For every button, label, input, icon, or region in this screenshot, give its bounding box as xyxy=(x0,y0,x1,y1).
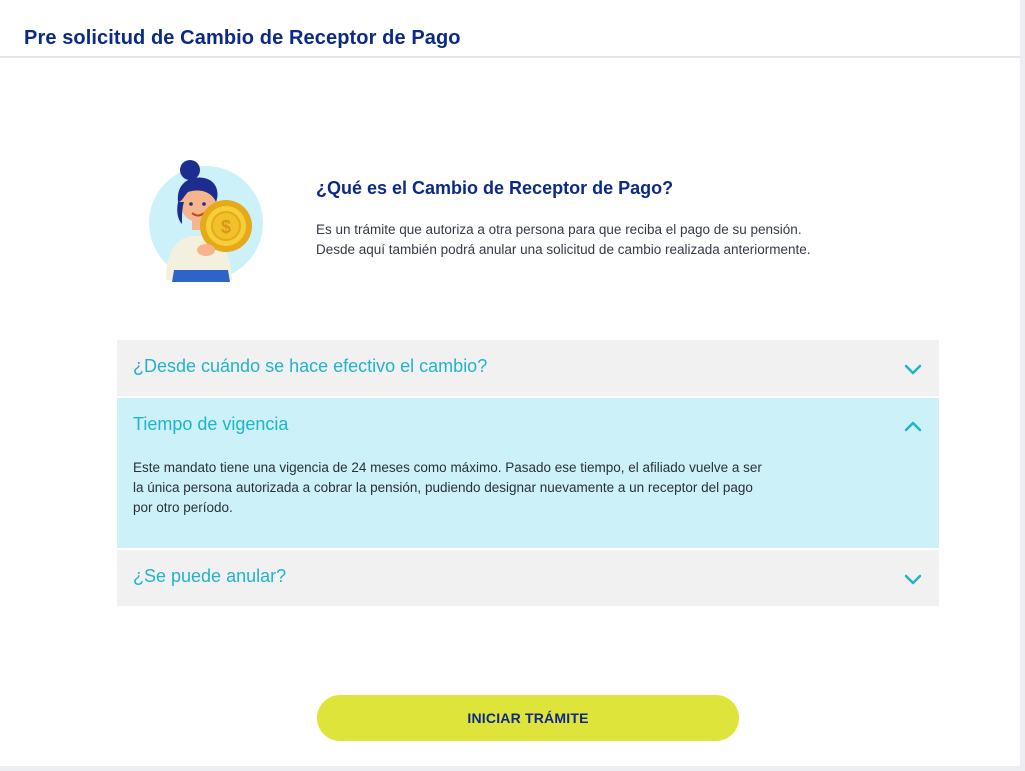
faq-accordion: ¿Desde cuándo se hace efectivo el cambio… xyxy=(117,340,939,608)
intro-description: Es un trámite que autoriza a otra person… xyxy=(316,220,956,260)
faq-item-effective-date[interactable]: ¿Desde cuándo se hace efectivo el cambio… xyxy=(117,340,939,398)
intro-text-line: Desde aquí también podrá anular una soli… xyxy=(316,242,811,257)
chevron-down-icon[interactable] xyxy=(903,359,923,379)
faq-question-label: Tiempo de vigencia xyxy=(133,414,289,434)
person-with-coin-illustration: $ xyxy=(149,160,263,282)
faq-item-validity[interactable]: Tiempo de vigencia Este mandato tiene un… xyxy=(117,398,939,550)
intro-section: $ ¿Qué es el Cambio de Receptor de Pago?… xyxy=(148,158,948,288)
intro-text-line: Es un trámite que autoriza a otra person… xyxy=(316,222,802,237)
scrollbar-track[interactable] xyxy=(1020,0,1025,771)
faq-item-cancel[interactable]: ¿Se puede anular? xyxy=(117,550,939,608)
start-procedure-button[interactable]: INICIAR TRÁMITE xyxy=(317,695,739,741)
faq-question-toggle[interactable]: ¿Desde cuándo se hace efectivo el cambio… xyxy=(117,340,939,398)
page-title: Pre solicitud de Cambio de Receptor de P… xyxy=(24,27,461,49)
chevron-down-icon[interactable] xyxy=(903,569,923,589)
faq-question-label: ¿Desde cuándo se hace efectivo el cambio… xyxy=(133,356,488,376)
faq-answer: Este mandato tiene una vigencia de 24 me… xyxy=(117,458,939,518)
chevron-up-icon[interactable] xyxy=(903,417,923,437)
faq-question-toggle[interactable]: Tiempo de vigencia xyxy=(117,398,939,456)
faq-answer-line: la única persona autorizada a cobrar la … xyxy=(133,480,753,495)
faq-question-toggle[interactable]: ¿Se puede anular? xyxy=(117,550,939,608)
faq-answer-line: Este mandato tiene una vigencia de 24 me… xyxy=(133,460,762,475)
faq-question-label: ¿Se puede anular? xyxy=(133,566,287,586)
bottom-scrollbar[interactable] xyxy=(0,766,1025,771)
svg-text:$: $ xyxy=(221,217,231,237)
intro-title: ¿Qué es el Cambio de Receptor de Pago? xyxy=(316,178,674,198)
page-header: Pre solicitud de Cambio de Receptor de P… xyxy=(0,0,1025,58)
faq-answer-line: por otro período. xyxy=(133,500,233,515)
